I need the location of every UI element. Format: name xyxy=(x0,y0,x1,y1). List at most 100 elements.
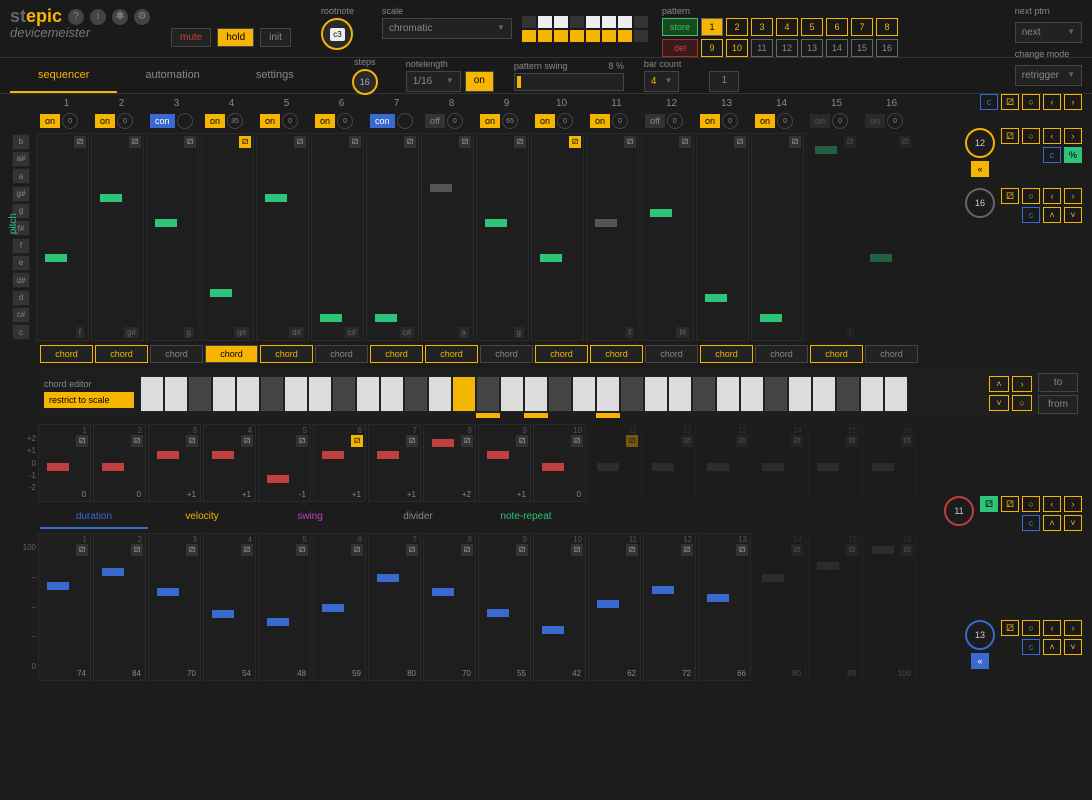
dice-icon[interactable]: ⚂ xyxy=(736,435,748,447)
dice-icon[interactable]: ⚂ xyxy=(1001,496,1019,512)
up-icon[interactable]: ˄ xyxy=(1043,639,1061,655)
onrow-knob[interactable]: 12 xyxy=(965,128,995,158)
to-button[interactable]: to xyxy=(1038,373,1078,392)
dice-icon[interactable]: ⚂ xyxy=(1001,128,1019,144)
dice-icon[interactable]: ⚂ xyxy=(980,496,998,512)
prob-knob[interactable]: 0 xyxy=(777,113,793,129)
step-mode-button[interactable]: on xyxy=(315,114,335,128)
up-icon[interactable]: ˄ xyxy=(1043,515,1061,531)
dice-icon[interactable]: ⚂ xyxy=(184,136,196,148)
step-mode-button[interactable]: off xyxy=(645,114,665,128)
del-button[interactable]: del xyxy=(662,39,698,57)
chord-button[interactable]: chord xyxy=(205,345,258,363)
pattern-15[interactable]: 15 xyxy=(851,39,873,57)
nextptrn-select[interactable]: next xyxy=(1015,22,1082,43)
pitch-knob[interactable]: 16 xyxy=(965,188,995,218)
pitch-label[interactable]: b xyxy=(12,134,30,150)
step-mode-button[interactable]: on xyxy=(480,114,500,128)
prob-knob[interactable]: 65 xyxy=(502,113,518,129)
step-mode-button[interactable]: on xyxy=(755,114,775,128)
duration-slider[interactable]: 5⚂48 xyxy=(258,533,311,681)
prob-knob[interactable] xyxy=(397,113,413,129)
circle-icon[interactable]: ○ xyxy=(1022,94,1040,110)
dice-icon[interactable]: ⚂ xyxy=(791,435,803,447)
dice-icon[interactable]: ⚂ xyxy=(296,544,308,556)
step-mode-button[interactable]: on xyxy=(810,114,830,128)
dice-icon[interactable]: ⚂ xyxy=(789,136,801,148)
chord-button[interactable]: chord xyxy=(865,345,918,363)
changemode-select[interactable]: retrigger xyxy=(1015,65,1082,86)
pitch-label[interactable]: d# xyxy=(12,272,30,288)
step-mode-button[interactable]: on xyxy=(535,114,555,128)
duration-slider[interactable]: 7⚂80 xyxy=(368,533,421,681)
chord-button[interactable]: chord xyxy=(590,345,643,363)
dice-icon[interactable]: ⚂ xyxy=(186,544,198,556)
dice-icon[interactable]: ⚂ xyxy=(461,435,473,447)
dice-icon[interactable]: ⚂ xyxy=(569,136,581,148)
dice-icon[interactable]: ⚂ xyxy=(514,136,526,148)
ptab-noterepeat[interactable]: note-repeat xyxy=(472,506,580,529)
pattern-13[interactable]: 13 xyxy=(801,39,823,57)
octave-slider[interactable]: 9⚂+1 xyxy=(478,424,531,502)
dice-icon[interactable]: ⚂ xyxy=(1001,94,1019,110)
barcount-select[interactable]: 4 xyxy=(644,71,680,92)
dice-icon[interactable]: ⚂ xyxy=(626,544,638,556)
copy-c[interactable]: c xyxy=(1022,639,1040,655)
octave-slider[interactable]: 7⚂+1 xyxy=(368,424,421,502)
dice-icon[interactable]: ⚂ xyxy=(571,435,583,447)
chord-button[interactable]: chord xyxy=(535,345,588,363)
pct-button[interactable]: % xyxy=(1064,147,1082,163)
tab-automation[interactable]: automation xyxy=(117,59,227,93)
ptab-divider[interactable]: divider xyxy=(364,506,472,529)
pitch-slider[interactable]: ⚂f xyxy=(36,133,89,341)
pitch-slider[interactable]: ⚂f xyxy=(806,133,859,341)
duration-slider[interactable]: 13⚂66 xyxy=(698,533,751,681)
octave-slider[interactable]: 1⚂0 xyxy=(38,424,91,502)
dice-icon[interactable]: ⚂ xyxy=(296,435,308,447)
dice-icon[interactable]: ⚂ xyxy=(624,136,636,148)
copy-c[interactable]: c xyxy=(1043,147,1061,163)
step-mode-button[interactable]: on xyxy=(40,114,60,128)
dice-icon[interactable]: ⚂ xyxy=(626,435,638,447)
duration-slider[interactable]: 10⚂42 xyxy=(533,533,586,681)
step-mode-button[interactable]: on xyxy=(700,114,720,128)
pattern-3[interactable]: 3 xyxy=(751,18,773,36)
down-icon[interactable]: ˅ xyxy=(1064,639,1082,655)
duration-slider[interactable]: 6⚂59 xyxy=(313,533,366,681)
duration-slider[interactable]: 4⚂54 xyxy=(203,533,256,681)
copy-c[interactable]: c xyxy=(1022,207,1040,223)
pitch-label[interactable]: c xyxy=(12,324,30,340)
pattern-4[interactable]: 4 xyxy=(776,18,798,36)
circle-icon[interactable]: ○ xyxy=(1022,496,1040,512)
dice-icon[interactable]: ⚂ xyxy=(734,136,746,148)
octave-slider[interactable]: 10⚂0 xyxy=(533,424,586,502)
prev-icon[interactable]: ‹ xyxy=(1043,94,1061,110)
octave-slider[interactable]: 5⚂-1 xyxy=(258,424,311,502)
dice-icon[interactable]: ⚂ xyxy=(351,544,363,556)
tab-settings[interactable]: settings xyxy=(228,59,322,93)
up-icon[interactable]: ˄ xyxy=(1043,207,1061,223)
tab-sequencer[interactable]: sequencer xyxy=(10,59,117,93)
dice-icon[interactable]: ⚂ xyxy=(76,544,88,556)
octave-slider[interactable]: 12⚂ xyxy=(643,424,696,502)
chord-button[interactable]: chord xyxy=(315,345,368,363)
init-button[interactable]: init xyxy=(260,28,291,47)
dice-icon[interactable]: ⚂ xyxy=(846,544,858,556)
dice-icon[interactable]: ⚂ xyxy=(1001,620,1019,636)
copy-c[interactable]: c xyxy=(1022,515,1040,531)
circle-icon[interactable]: ○ xyxy=(1022,620,1040,636)
pitch-slider[interactable]: ⚂f xyxy=(586,133,639,341)
palette-icon[interactable]: ✽ xyxy=(112,9,128,25)
prob-knob[interactable]: 0 xyxy=(722,113,738,129)
dice-icon[interactable]: ⚂ xyxy=(901,435,913,447)
down-icon[interactable]: ˅ xyxy=(1064,515,1082,531)
ptab-swing[interactable]: swing xyxy=(256,506,364,529)
dice-icon[interactable]: ⚂ xyxy=(901,544,913,556)
piano-keyboard[interactable] xyxy=(140,376,983,412)
dice-icon[interactable]: ⚂ xyxy=(74,136,86,148)
notelength-on[interactable]: on xyxy=(465,71,494,92)
dice-icon[interactable]: ⚂ xyxy=(461,544,473,556)
pitch-label[interactable]: a xyxy=(12,168,30,184)
dice-icon[interactable]: ⚂ xyxy=(406,435,418,447)
dice-icon[interactable]: ⚂ xyxy=(679,136,691,148)
